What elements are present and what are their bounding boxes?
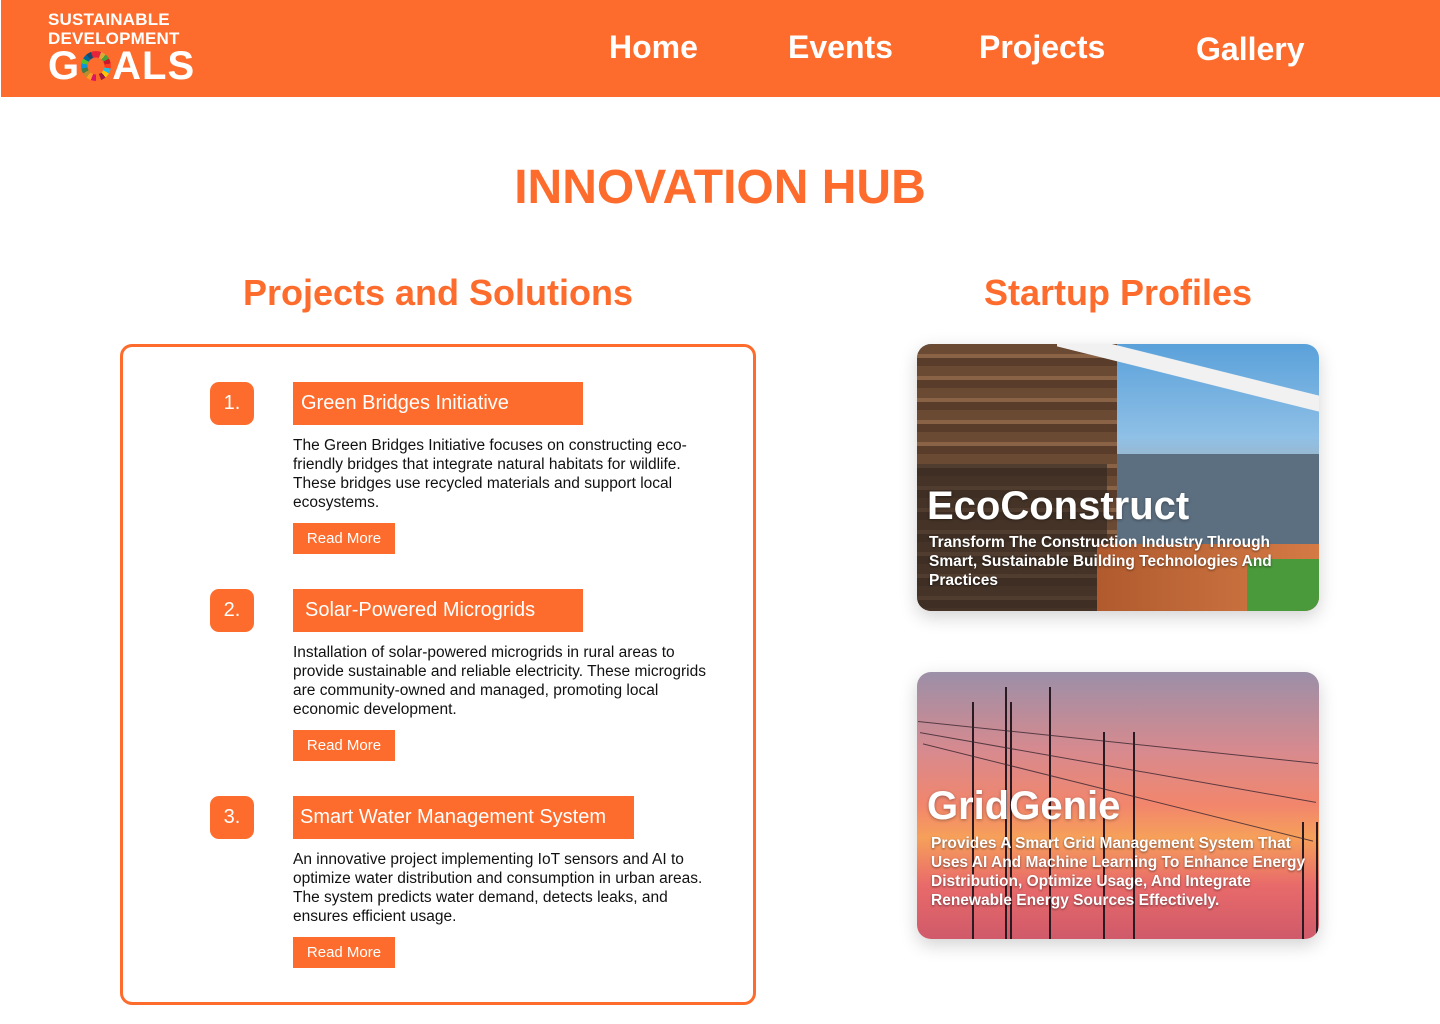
read-more-button[interactable]: Read More xyxy=(293,523,395,554)
project-number-badge: 1. xyxy=(210,382,254,425)
sdg-logo[interactable]: SUSTAINABLE DEVELOPMENT G ALS xyxy=(48,10,198,88)
nav-home-link[interactable]: Home xyxy=(609,28,698,66)
project-title: Smart Water Management System xyxy=(293,796,634,839)
logo-line-1: SUSTAINABLE xyxy=(48,10,170,29)
startup-name: GridGenie xyxy=(927,784,1121,828)
projects-section-title: Projects and Solutions xyxy=(242,272,634,313)
project-title: Green Bridges Initiative xyxy=(293,382,583,425)
startup-card-ecoconstruct[interactable]: EcoConstruct Transform The Construction … xyxy=(917,344,1319,611)
nav-gallery-link[interactable]: Gallery xyxy=(1196,30,1305,68)
logo-line-3: G ALS xyxy=(48,44,198,88)
page-title: INNOVATION HUB xyxy=(514,161,926,214)
top-navigation-bar: SUSTAINABLE DEVELOPMENT G ALS Home Event… xyxy=(1,0,1440,97)
startups-section-title: Startup Profiles xyxy=(983,272,1253,313)
read-more-button[interactable]: Read More xyxy=(293,937,395,968)
sdg-wheel-icon xyxy=(81,51,112,81)
logo-letters-als: ALS xyxy=(112,44,196,88)
startup-name: EcoConstruct xyxy=(927,484,1190,528)
startup-card-gridgenie[interactable]: GridGenie Provides A Smart Grid Manageme… xyxy=(917,672,1319,939)
project-description: An innovative project implementing IoT s… xyxy=(293,851,703,925)
project-description: The Green Bridges Initiative focuses on … xyxy=(293,437,687,511)
project-description: Installation of solar-powered microgrids… xyxy=(293,644,706,718)
startup-description: Provides A Smart Grid Management System … xyxy=(931,835,1306,909)
nav-events-link[interactable]: Events xyxy=(788,28,893,66)
project-number-badge: 3. xyxy=(210,796,254,839)
read-more-button[interactable]: Read More xyxy=(293,730,395,761)
nav-projects-link[interactable]: Projects xyxy=(979,28,1105,66)
project-number-badge: 2. xyxy=(210,589,254,632)
startup-description: Transform The Construction Industry Thro… xyxy=(929,534,1272,589)
logo-letter-g: G xyxy=(48,44,81,88)
projects-list-panel: 1. Green Bridges Initiative The Green Br… xyxy=(120,344,756,1005)
project-title: Solar-Powered Microgrids xyxy=(293,589,583,632)
